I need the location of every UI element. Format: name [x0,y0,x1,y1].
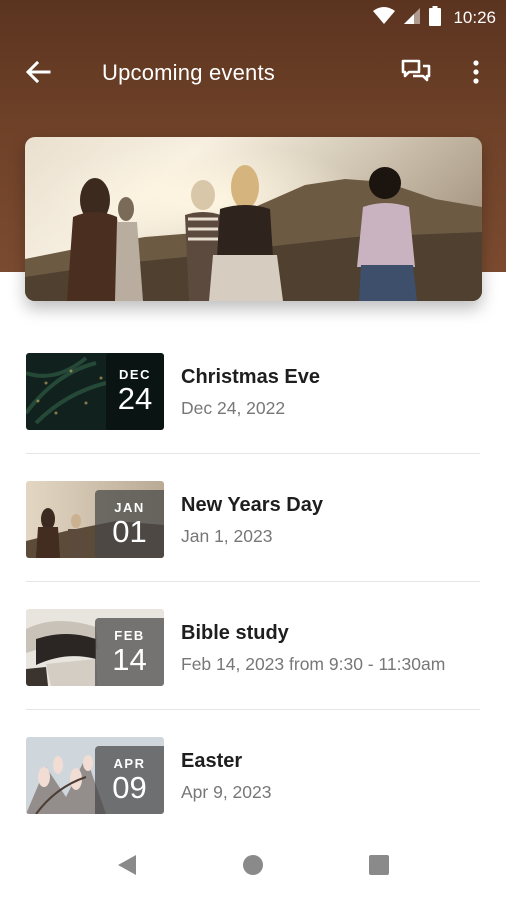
app-bar: Upcoming events [0,38,506,110]
wifi-icon [373,7,396,29]
status-time: 10:26 [453,8,496,27]
status-icons: 10:26 [373,6,496,30]
date-month: APR [113,756,146,771]
chat-icon [401,59,431,89]
date-badge: APR 09 [95,746,164,814]
event-thumbnail: JAN 01 [26,481,164,558]
back-button[interactable] [18,56,58,92]
nav-recents-button[interactable] [364,852,394,882]
nav-recents-icon [368,854,390,880]
date-day: 01 [112,514,147,549]
date-month: DEC [119,367,151,382]
nav-home-icon [242,854,264,880]
event-item[interactable]: FEB 14 Bible study Feb 14, 2023 from 9:3… [0,582,506,710]
event-thumbnail: APR 09 [26,737,164,814]
event-title: Easter [181,750,243,772]
date-month: JAN [114,500,145,515]
hero-image [25,137,482,301]
event-item[interactable]: DEC 24 Christmas Eve Dec 24, 2022 [0,326,506,454]
event-title: Bible study [181,622,289,644]
more-vert-icon [472,60,480,88]
date-month: FEB [114,628,145,643]
status-bar: 10:26 [0,0,506,38]
signal-icon [403,7,421,29]
event-date: Jan 1, 2023 [181,526,273,546]
page-title: Upcoming events [102,60,275,85]
nav-home-button[interactable] [238,852,268,882]
chat-button[interactable] [396,56,436,92]
event-thumbnail: DEC 24 [26,353,164,430]
event-title: New Years Day [181,494,323,516]
back-arrow-icon [25,60,51,88]
date-day: 14 [112,642,147,677]
event-list: DEC 24 Christmas Eve Dec 24, 2022 JAN 01 [0,326,506,838]
date-badge: DEC 24 [106,353,164,430]
date-day: 24 [117,381,153,416]
event-date: Feb 14, 2023 from 9:30 - 11:30am [181,654,446,674]
event-thumbnail: FEB 14 [26,609,164,686]
battery-icon [429,6,442,30]
more-options-button[interactable] [456,56,496,92]
event-date: Apr 9, 2023 [181,782,272,802]
nav-back-button[interactable] [112,852,142,882]
date-badge: JAN 01 [95,490,164,558]
nav-back-icon [116,853,138,881]
date-day: 09 [112,770,147,805]
event-date: Dec 24, 2022 [181,398,286,418]
event-item[interactable]: JAN 01 New Years Day Jan 1, 2023 [0,454,506,582]
event-title: Christmas Eve [181,366,320,388]
event-item[interactable]: APR 09 Easter Apr 9, 2023 [0,710,506,838]
system-nav-bar [0,830,506,900]
date-badge: FEB 14 [95,618,164,686]
